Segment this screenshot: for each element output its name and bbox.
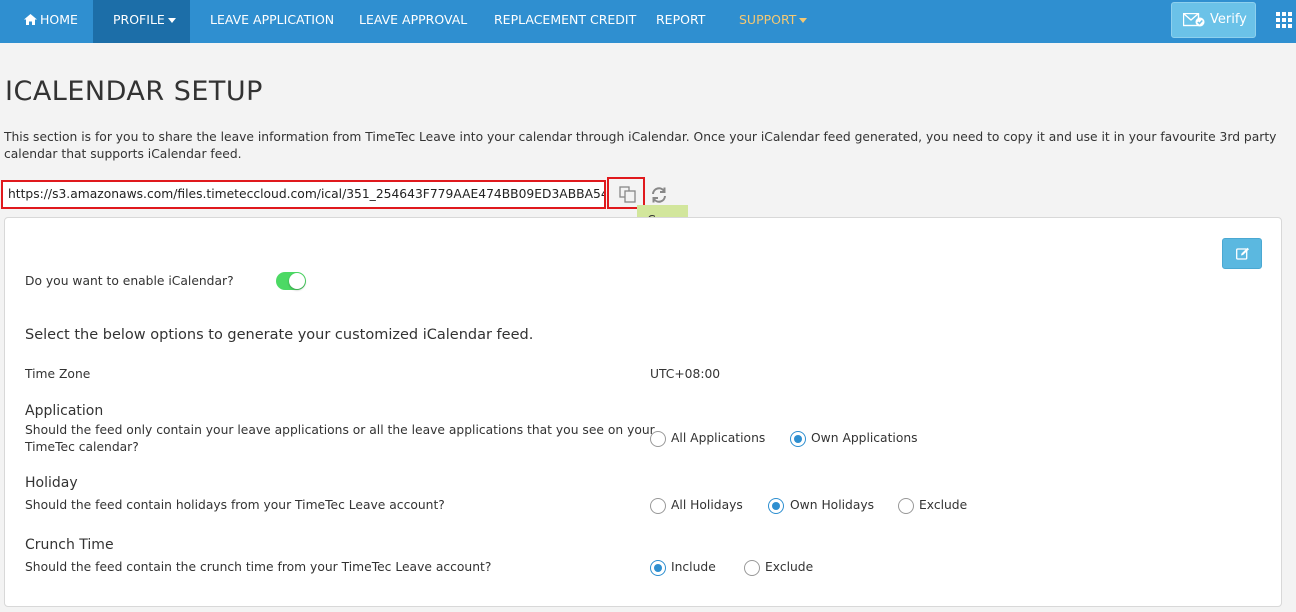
nav-report-label: REPORT	[656, 12, 706, 27]
holiday-title: Holiday	[25, 475, 78, 491]
page-intro: This section is for you to share the lea…	[4, 130, 1277, 161]
nav-home-label: HOME	[40, 12, 78, 27]
page-title: ICALENDAR SETUP	[5, 76, 263, 107]
radio-exclude-crunch[interactable]	[744, 560, 760, 576]
nav-leave-application-label: LEAVE APPLICATION	[210, 12, 335, 27]
options-heading: Select the below options to generate you…	[25, 327, 534, 343]
radio-own-applications-label[interactable]: Own Applications	[811, 431, 918, 445]
radio-own-holidays-label[interactable]: Own Holidays	[790, 498, 874, 512]
edit-icon	[1236, 247, 1249, 260]
radio-exclude-holidays[interactable]	[898, 498, 914, 514]
chevron-down-icon	[167, 18, 176, 23]
holiday-question: Should the feed contain holidays from yo…	[25, 498, 445, 512]
envelope-check-icon	[1183, 13, 1205, 27]
radio-include-crunch[interactable]	[650, 560, 666, 576]
radio-all-applications[interactable]	[650, 431, 666, 447]
nav-leave-approval-label: LEAVE APPROVAL	[359, 12, 468, 27]
enable-ical-label: Do you want to enable iCalendar?	[25, 274, 234, 288]
nav-profile[interactable]: PROFILE	[93, 0, 190, 43]
radio-own-applications[interactable]	[790, 431, 806, 447]
nav-home[interactable]: HOME	[24, 0, 78, 43]
radio-exclude-holidays-label[interactable]: Exclude	[919, 498, 967, 512]
verify-button[interactable]: Verify	[1171, 2, 1256, 38]
timezone-label: Time Zone	[25, 367, 91, 381]
radio-include-crunch-label[interactable]: Include	[671, 560, 716, 574]
nav-leave-application[interactable]: LEAVE APPLICATION	[210, 0, 334, 43]
radio-exclude-crunch-label[interactable]: Exclude	[765, 560, 813, 574]
ical-url-field[interactable]: https://s3.amazonaws.com/files.timeteccl…	[1, 180, 606, 209]
crunch-title: Crunch Time	[25, 537, 114, 553]
timezone-value: UTC+08:00	[650, 367, 721, 381]
radio-all-applications-label[interactable]: All Applications	[671, 431, 765, 445]
copy-icon	[619, 186, 636, 203]
home-icon	[24, 14, 37, 25]
edit-button[interactable]	[1222, 238, 1262, 269]
application-title: Application	[25, 403, 104, 419]
nav-report[interactable]: REPORT	[656, 0, 705, 43]
radio-all-holidays[interactable]	[650, 498, 666, 514]
top-navbar: HOME PROFILE LEAVE APPLICATION LEAVE APP…	[0, 0, 1296, 43]
verify-label: Verify	[1210, 12, 1247, 27]
nav-replacement-credit[interactable]: REPLACEMENT CREDIT	[494, 0, 636, 43]
nav-support[interactable]: SUPPORT	[739, 0, 808, 43]
chevron-down-icon	[799, 18, 808, 23]
crunch-question: Should the feed contain the crunch time …	[25, 560, 492, 574]
radio-own-holidays[interactable]	[768, 498, 784, 514]
nav-replacement-credit-label: REPLACEMENT CREDIT	[494, 12, 637, 27]
refresh-button[interactable]	[650, 186, 668, 204]
refresh-icon	[652, 187, 666, 203]
nav-profile-label: PROFILE	[113, 12, 165, 27]
nav-support-label: SUPPORT	[739, 12, 797, 27]
radio-all-holidays-label[interactable]: All Holidays	[671, 498, 743, 512]
application-question: Should the feed only contain your leave …	[25, 422, 655, 455]
application-question-line2: TimeTec calendar?	[25, 439, 139, 454]
grid-icon[interactable]	[1276, 12, 1292, 28]
nav-leave-approval[interactable]: LEAVE APPROVAL	[359, 0, 467, 43]
application-question-line1: Should the feed only contain your leave …	[25, 423, 655, 437]
enable-ical-toggle[interactable]	[276, 272, 306, 290]
